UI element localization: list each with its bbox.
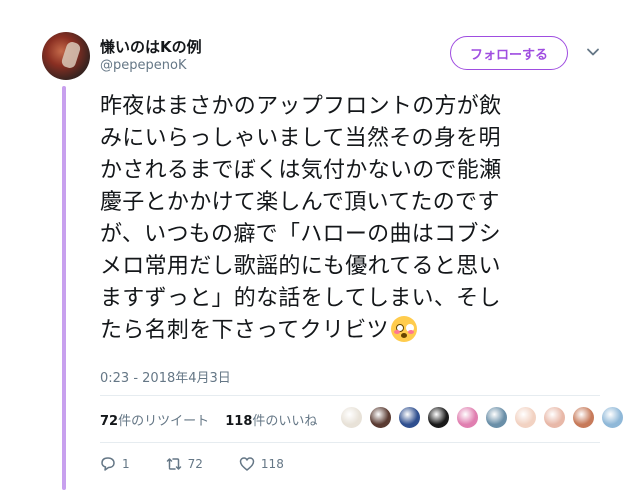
liker-avatar[interactable] [340,406,363,429]
like-stat-count: 118 [225,414,253,429]
liker-avatar[interactable] [398,406,421,429]
liker-avatar[interactable] [514,406,537,429]
chevron-down-icon[interactable] [585,44,601,60]
liker-avatar[interactable] [427,406,450,429]
tweet-stats: 72件のリツイート 118件のいいね [100,410,329,429]
liker-avatar[interactable] [543,406,566,429]
liker-avatars [340,406,624,429]
screen-name[interactable]: @pepepenoK [100,58,186,73]
like-count: 118 [260,457,284,471]
flushed-face-emoji [390,316,417,342]
timestamp[interactable]: 0:23 - 2018年4月3日 [100,367,231,386]
retweet-stat[interactable]: 72件のリツイート [100,414,209,429]
tweet-line: 慶子とかかけて楽しんで頂いてたのです [100,190,500,215]
reply-count: 1 [122,457,130,471]
tweet-line-last: たら名刺を下さってクリビツ [100,315,600,347]
tweet-line: みにいらっしゃいまして当然その身を明 [100,126,501,151]
like-stat-label: 件のいいね [252,414,318,429]
retweet-count: 72 [187,457,203,471]
tweet-text: 昨夜はまさかのアップフロントの方が飲 みにいらっしゃいまして当然その身を明 かさ… [100,91,600,347]
tweet-line: メロ常用だし歌謡的にも優れてると思い [100,254,501,279]
like-button[interactable]: 118 [239,456,284,472]
retweet-stat-count: 72 [100,414,119,429]
heart-icon [239,457,255,471]
reply-button[interactable]: 1 [100,456,130,472]
display-name[interactable]: 慊いのはKの例 [100,36,202,57]
tweet-line-text: たら名刺を下さってクリビツ [100,318,389,343]
follow-button[interactable]: フォローする [450,36,568,70]
tweet-line: 昨夜はまさかのアップフロントの方が飲 [100,94,502,119]
tweet-line: ますずっと」的な話をしてしまい、そし [100,286,501,311]
liker-avatar[interactable] [456,406,479,429]
retweet-stat-label: 件のリツイート [118,414,210,429]
liker-avatar[interactable] [572,406,595,429]
user-avatar[interactable] [42,32,90,80]
retweet-icon [166,458,181,470]
like-stat[interactable]: 118件のいいね [225,414,317,429]
divider [100,395,600,396]
thread-line [62,86,66,490]
liker-avatar[interactable] [601,406,624,429]
liker-avatar[interactable] [369,406,392,429]
reply-icon [101,457,115,471]
tweet-line: かされるまでぼくは気付かないので能瀬 [100,158,502,183]
tweet-line: が、いつもの癖で「ハローの曲はコブシ [100,222,501,247]
retweet-button[interactable]: 72 [166,456,203,472]
divider [100,442,600,443]
tweet-actions: 1 72 118 [100,456,320,472]
liker-avatar[interactable] [485,406,508,429]
